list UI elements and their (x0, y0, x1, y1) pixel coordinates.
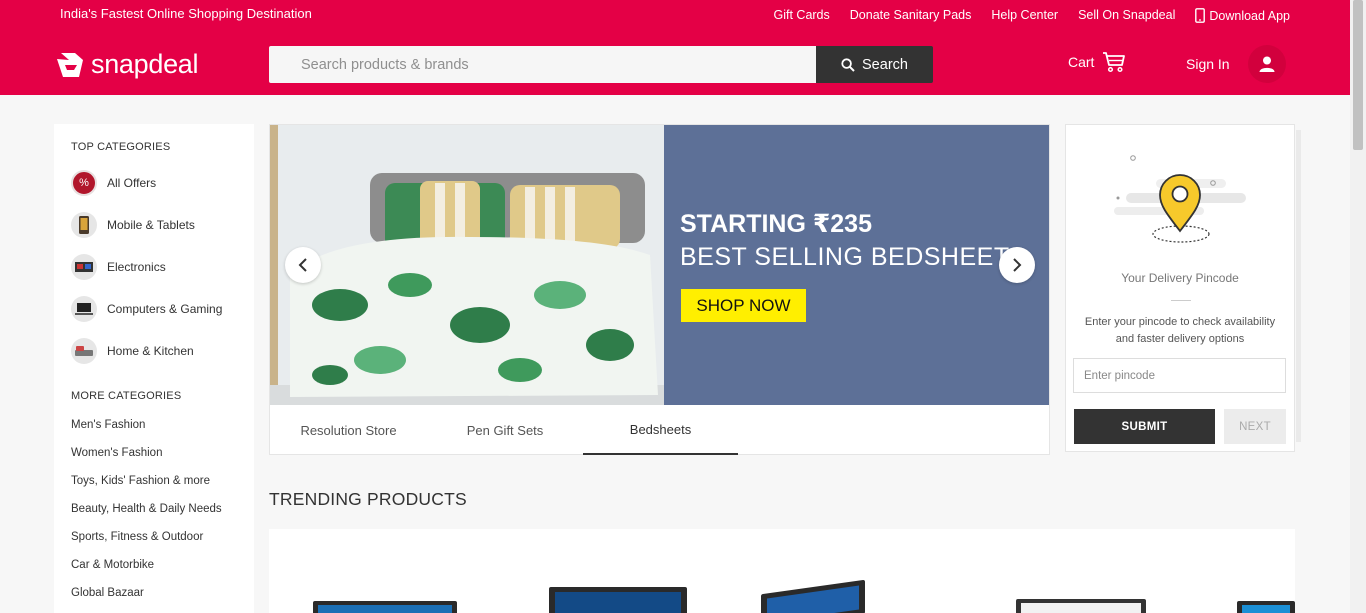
product-card[interactable] (1016, 599, 1146, 613)
sidebar-item-mobile-tablets[interactable]: Mobile & Tablets (71, 212, 195, 238)
sign-in-button[interactable]: Sign In (1186, 45, 1286, 83)
chevron-right-icon (1013, 258, 1022, 272)
product-card[interactable] (313, 601, 457, 613)
banner-tabs: Resolution Store Pen Gift Sets Bedsheets (270, 405, 1049, 455)
cart-icon (1103, 52, 1126, 73)
mobile-icon (71, 212, 97, 238)
product-image (1242, 605, 1290, 613)
shop-now-button[interactable]: SHOP NOW (681, 289, 806, 322)
search-button-label: Search (862, 56, 908, 73)
pincode-next-button[interactable]: NEXT (1224, 409, 1286, 444)
electronics-icon (71, 254, 97, 280)
sign-in-label: Sign In (1186, 56, 1230, 72)
carousel-next-button[interactable] (999, 247, 1035, 283)
top-links: Gift Cards Donate Sanitary Pads Help Cen… (774, 8, 1290, 23)
cart-label: Cart (1068, 54, 1095, 70)
scrollbar-thumb[interactable] (1353, 0, 1363, 150)
sidebar-item-label: Computers & Gaming (107, 302, 223, 316)
pincode-submit-button[interactable]: SUBMIT (1074, 409, 1215, 444)
product-image (555, 592, 681, 613)
help-center-link[interactable]: Help Center (991, 8, 1058, 23)
carousel-prev-button[interactable] (285, 247, 321, 283)
bedsheet-photo (270, 125, 664, 405)
product-card[interactable] (1237, 601, 1295, 613)
sell-on-snapdeal-link[interactable]: Sell On Snapdeal (1078, 8, 1175, 23)
delivery-pincode-card: Your Delivery Pincode Enter your pincode… (1065, 124, 1295, 452)
pincode-title: Your Delivery Pincode (1121, 271, 1239, 285)
page-scrollbar[interactable] (1350, 0, 1366, 613)
product-card[interactable] (549, 587, 687, 613)
pincode-divider (1171, 300, 1191, 301)
sidebar-item-car-motorbike[interactable]: Car & Motorbike (71, 559, 154, 571)
banner-slide[interactable]: STARTING ₹235 BEST SELLING BEDSHEETS SHO… (270, 125, 1049, 405)
sidebar-item-beauty-health[interactable]: Beauty, Health & Daily Needs (71, 503, 222, 515)
product-image (1021, 603, 1141, 613)
pincode-input[interactable] (1074, 359, 1285, 392)
sidebar-item-computers-gaming[interactable]: Computers & Gaming (71, 296, 222, 322)
search-button[interactable]: Search (816, 46, 933, 83)
banner-headline: BEST SELLING BEDSHEETS (680, 243, 1027, 271)
header: snapdeal Search Cart Sign In (0, 29, 1350, 95)
chevron-left-icon (298, 258, 307, 272)
pincode-field[interactable] (1073, 358, 1286, 393)
snapdeal-logo-icon (57, 52, 83, 77)
location-pin-illustration (1114, 155, 1246, 243)
pincode-description: Enter your pincode to check availability… (1084, 316, 1276, 345)
sidebar-item-sports-fitness[interactable]: Sports, Fitness & Outdoor (71, 531, 203, 543)
product-image (318, 605, 452, 613)
tagline: India's Fastest Online Shopping Destinat… (60, 6, 312, 21)
download-app-label: Download App (1209, 8, 1290, 23)
avatar[interactable] (1247, 45, 1286, 83)
user-icon (1259, 56, 1275, 72)
tab-pen-gift-sets[interactable]: Pen Gift Sets (427, 405, 583, 455)
computer-icon (71, 296, 97, 322)
sidebar-item-label: Mobile & Tablets (107, 218, 195, 232)
sidebar-item-all-offers[interactable]: % All Offers (71, 170, 156, 196)
sidebar-item-electronics[interactable]: Electronics (71, 254, 166, 280)
sidebar-item-mens-fashion[interactable]: Men's Fashion (71, 419, 145, 431)
product-image (767, 585, 859, 613)
donate-sanitary-pads-link[interactable]: Donate Sanitary Pads (850, 8, 972, 23)
banner-offer-panel: STARTING ₹235 BEST SELLING BEDSHEETS SHO… (664, 125, 1049, 405)
category-sidebar: TOP CATEGORIES % All Offers Mobile & Tab… (54, 124, 254, 613)
home-kitchen-icon (71, 338, 97, 364)
trending-products-heading: TRENDING PRODUCTS (269, 489, 467, 509)
tab-bedsheets[interactable]: Bedsheets (583, 405, 738, 455)
sidebar-item-label: Electronics (107, 260, 166, 274)
sidebar-item-womens-fashion[interactable]: Women's Fashion (71, 447, 162, 459)
product-card[interactable] (761, 579, 865, 613)
percent-icon: % (71, 170, 97, 196)
top-categories-heading: TOP CATEGORIES (71, 141, 171, 153)
more-categories-heading: MORE CATEGORIES (71, 390, 182, 402)
sidebar-item-label: All Offers (107, 176, 157, 190)
search-icon (841, 57, 855, 72)
sidebar-item-label: Home & Kitchen (107, 344, 194, 358)
side-banner-peek (1296, 130, 1301, 442)
search-field[interactable] (269, 46, 816, 83)
tab-resolution-store[interactable]: Resolution Store (270, 405, 427, 455)
top-strip: India's Fastest Online Shopping Destinat… (0, 0, 1350, 29)
sidebar-item-home-kitchen[interactable]: Home & Kitchen (71, 338, 194, 364)
banner-carousel: STARTING ₹235 BEST SELLING BEDSHEETS SHO… (269, 124, 1050, 455)
sidebar-item-toys-kids[interactable]: Toys, Kids' Fashion & more (71, 475, 210, 487)
gift-cards-link[interactable]: Gift Cards (774, 8, 830, 23)
trending-products-carousel (269, 529, 1295, 613)
sidebar-item-global-bazaar[interactable]: Global Bazaar (71, 587, 144, 599)
snapdeal-logo[interactable]: snapdeal (55, 49, 199, 80)
cart-button[interactable]: Cart (1068, 51, 1126, 73)
banner-price-text: STARTING ₹235 (680, 210, 872, 238)
logo-text: snapdeal (91, 49, 199, 79)
download-app-link[interactable]: Download App (1195, 8, 1290, 23)
search-input[interactable] (269, 46, 816, 83)
phone-icon (1195, 8, 1206, 23)
